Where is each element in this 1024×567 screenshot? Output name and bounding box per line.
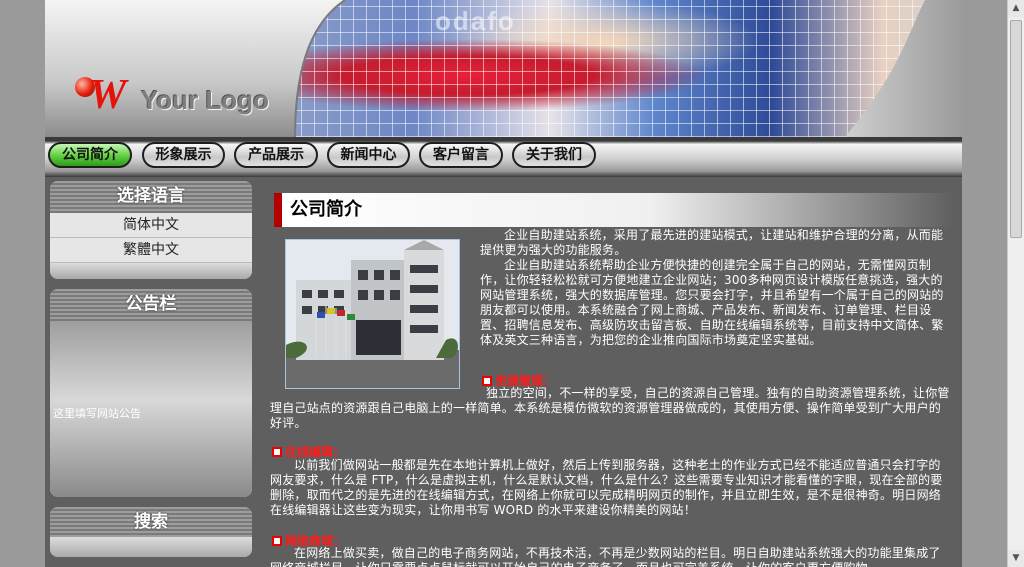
nav-item-news[interactable]: 新闻中心	[327, 142, 410, 168]
intro-paragraph-2: 企业自助建站系统帮助企业方便快捷的创建完全属于自己的网站，无需懂网页制作，让你轻…	[480, 258, 944, 347]
sidebar: 选择语言 简体中文 繁體中文 公告栏 这里填写网站公告 搜索	[50, 181, 252, 567]
scroll-up-arrow-icon[interactable]: ▲	[1008, 0, 1024, 17]
search-box-body	[50, 537, 252, 557]
scroll-down-arrow-icon[interactable]: ▼	[1008, 550, 1024, 567]
bullet-icon	[482, 376, 492, 386]
notice-box-title: 公告栏	[50, 289, 252, 321]
site-logo[interactable]: W Your Logo	[71, 72, 271, 127]
language-simplified-chinese[interactable]: 简体中文	[50, 213, 252, 238]
logo-text: Your Logo	[141, 85, 270, 115]
scrollbar-thumb[interactable]	[1010, 20, 1022, 238]
section-heading-text: 在线编辑：	[285, 445, 346, 459]
search-box-title: 搜索	[50, 507, 252, 537]
bullet-icon	[272, 536, 282, 546]
notice-text: 这里填写网站公告	[53, 407, 141, 420]
nav-item-about-us[interactable]: 关于我们	[512, 142, 596, 168]
section-body-online-edit: 以前我们做网站一般都是先在本地计算机上做好，然后上传到服务器，这种老土的作业方式…	[270, 458, 943, 517]
nav-item-products[interactable]: 产品展示	[234, 142, 318, 168]
nav-item-guestbook[interactable]: 客户留言	[419, 142, 503, 168]
logo-w-mark: W	[89, 72, 127, 118]
section-body-online-mall: 在网络上做买卖，做自己的电子商务网站，不再技术活，不再是少数网站的栏目。明日自助…	[270, 546, 941, 567]
site-header: odafo W Your Logo	[45, 0, 962, 137]
language-box-title: 选择语言	[50, 181, 252, 213]
vertical-scrollbar[interactable]: ▲ ▼	[1007, 0, 1024, 567]
intro-paragraph-1: 企业自助建站系统，采用了最先进的建站模式，让建站和维护合理的分离，从而能提供更为…	[480, 228, 944, 257]
nav-item-company-intro[interactable]: 公司简介	[48, 142, 132, 168]
main-nav: 公司简介 形象展示 产品展示 新闻中心 客户留言 关于我们	[45, 137, 962, 177]
language-traditional-chinese[interactable]: 繁體中文	[50, 238, 252, 263]
nav-item-image-gallery[interactable]: 形象展示	[142, 142, 225, 168]
language-box-footer	[50, 263, 252, 279]
main-content: 公司简介 企业自助建站系统，采用了最先进的建站模式，让建站和维护合理的分离，从而…	[260, 181, 957, 567]
building-illustration	[286, 240, 459, 388]
search-box: 搜索	[50, 507, 252, 557]
content-title: 公司简介	[274, 193, 954, 227]
notice-box: 公告栏 这里填写网站公告	[50, 289, 252, 497]
company-building-photo	[285, 239, 460, 389]
section-body-resource: 独立的空间，不一样的享受，自己的资源自己管理。独有的自助资源管理系统，让你管理自…	[270, 386, 950, 430]
language-box: 选择语言 简体中文 繁體中文	[50, 181, 252, 279]
notice-body: 这里填写网站公告	[50, 321, 252, 497]
page-container: odafo W Your Logo 公司简介 形象展示 产品展示 新闻中心 客户…	[45, 0, 962, 567]
bullet-icon	[272, 447, 282, 457]
